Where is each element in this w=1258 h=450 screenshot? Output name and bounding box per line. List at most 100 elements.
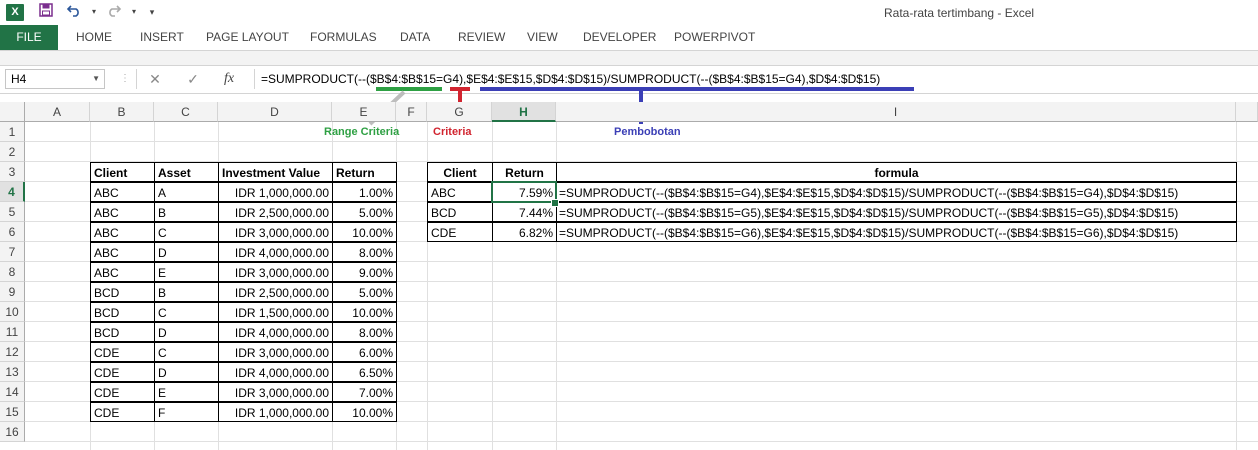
- column-header-a[interactable]: A: [25, 102, 90, 122]
- row-header-9[interactable]: 9: [0, 282, 25, 302]
- source-header-asset[interactable]: Asset: [154, 162, 219, 182]
- tab-file[interactable]: FILE: [0, 25, 58, 50]
- source-cell-return[interactable]: 6.00%: [332, 342, 397, 362]
- source-header-return[interactable]: Return: [332, 162, 397, 182]
- source-cell-investment[interactable]: IDR 2,500,000.00: [218, 282, 333, 302]
- source-cell-investment[interactable]: IDR 4,000,000.00: [218, 362, 333, 382]
- source-cell-investment[interactable]: IDR 4,000,000.00: [218, 242, 333, 262]
- tab-page-layout[interactable]: PAGE LAYOUT: [206, 25, 289, 50]
- tab-formulas[interactable]: FORMULAS: [310, 25, 377, 50]
- source-cell-client[interactable]: ABC: [90, 262, 155, 282]
- source-cell-asset[interactable]: D: [154, 242, 219, 262]
- source-cell-return[interactable]: 10.00%: [332, 402, 397, 422]
- row-header-7[interactable]: 7: [0, 242, 25, 262]
- row-header-2[interactable]: 2: [0, 142, 25, 162]
- row-header-10[interactable]: 10: [0, 302, 25, 322]
- row-header-6[interactable]: 6: [0, 222, 25, 242]
- source-cell-asset[interactable]: B: [154, 202, 219, 222]
- undo-icon[interactable]: [64, 2, 84, 22]
- source-cell-client[interactable]: CDE: [90, 402, 155, 422]
- row-header-1[interactable]: 1: [0, 122, 25, 142]
- source-cell-client[interactable]: CDE: [90, 362, 155, 382]
- source-cell-client[interactable]: CDE: [90, 342, 155, 362]
- save-icon[interactable]: [36, 2, 56, 22]
- column-header-i[interactable]: I: [556, 102, 1236, 122]
- tab-powerpivot[interactable]: POWERPIVOT: [674, 25, 755, 50]
- source-cell-investment[interactable]: IDR 2,500,000.00: [218, 202, 333, 222]
- tab-data[interactable]: DATA: [400, 25, 430, 50]
- column-header-j[interactable]: [1236, 102, 1258, 122]
- source-cell-client[interactable]: ABC: [90, 242, 155, 262]
- source-cell-return[interactable]: 6.50%: [332, 362, 397, 382]
- source-cell-client[interactable]: CDE: [90, 382, 155, 402]
- undo-dropdown-icon[interactable]: ▾: [84, 2, 104, 22]
- source-cell-asset[interactable]: A: [154, 182, 219, 202]
- row-header-13[interactable]: 13: [0, 362, 25, 382]
- source-cell-return[interactable]: 7.00%: [332, 382, 397, 402]
- select-all-corner[interactable]: [0, 102, 25, 122]
- column-header-e[interactable]: E: [332, 102, 396, 122]
- result-header-formula[interactable]: formula: [556, 162, 1237, 182]
- source-cell-client[interactable]: ABC: [90, 222, 155, 242]
- source-cell-asset[interactable]: D: [154, 362, 219, 382]
- source-cell-client[interactable]: BCD: [90, 302, 155, 322]
- source-cell-asset[interactable]: F: [154, 402, 219, 422]
- result-cell-return[interactable]: 7.44%: [492, 202, 557, 222]
- source-header-client[interactable]: Client: [90, 162, 155, 182]
- redo-icon[interactable]: [104, 2, 124, 22]
- source-cell-asset[interactable]: C: [154, 342, 219, 362]
- fill-handle[interactable]: [551, 199, 559, 207]
- result-cell-client[interactable]: BCD: [427, 202, 493, 222]
- row-header-8[interactable]: 8: [0, 262, 25, 282]
- source-cell-investment[interactable]: IDR 4,000,000.00: [218, 322, 333, 342]
- source-cell-return[interactable]: 8.00%: [332, 242, 397, 262]
- result-cell-client[interactable]: CDE: [427, 222, 493, 242]
- column-header-g[interactable]: G: [427, 102, 492, 122]
- source-cell-client[interactable]: ABC: [90, 182, 155, 202]
- result-header-return[interactable]: Return: [492, 162, 557, 182]
- source-cell-asset[interactable]: C: [154, 222, 219, 242]
- source-cell-investment[interactable]: IDR 1,000,000.00: [218, 182, 333, 202]
- source-cell-client[interactable]: BCD: [90, 282, 155, 302]
- row-header-4[interactable]: 4: [0, 182, 25, 202]
- tab-developer[interactable]: DEVELOPER: [583, 25, 656, 50]
- source-cell-asset[interactable]: E: [154, 382, 219, 402]
- source-cell-investment[interactable]: IDR 3,000,000.00: [218, 262, 333, 282]
- result-cell-client[interactable]: ABC: [427, 182, 493, 202]
- row-header-16[interactable]: 16: [0, 422, 25, 442]
- source-cell-return[interactable]: 1.00%: [332, 182, 397, 202]
- source-cell-return[interactable]: 9.00%: [332, 262, 397, 282]
- source-cell-asset[interactable]: B: [154, 282, 219, 302]
- source-cell-investment[interactable]: IDR 3,000,000.00: [218, 382, 333, 402]
- tab-insert[interactable]: INSERT: [140, 25, 184, 50]
- row-header-14[interactable]: 14: [0, 382, 25, 402]
- source-cell-return[interactable]: 8.00%: [332, 322, 397, 342]
- source-cell-asset[interactable]: E: [154, 262, 219, 282]
- row-header-15[interactable]: 15: [0, 402, 25, 422]
- source-cell-return[interactable]: 10.00%: [332, 222, 397, 242]
- column-header-d[interactable]: D: [218, 102, 332, 122]
- source-cell-return[interactable]: 5.00%: [332, 202, 397, 222]
- result-cell-formula[interactable]: =SUMPRODUCT(--($B$4:$B$15=G4),$E$4:$E$15…: [556, 182, 1237, 202]
- customize-icon[interactable]: ▾: [142, 2, 162, 22]
- row-header-12[interactable]: 12: [0, 342, 25, 362]
- source-cell-asset[interactable]: D: [154, 322, 219, 342]
- source-cell-client[interactable]: ABC: [90, 202, 155, 222]
- column-header-c[interactable]: C: [154, 102, 218, 122]
- source-cell-investment[interactable]: IDR 1,500,000.00: [218, 302, 333, 322]
- source-cell-investment[interactable]: IDR 3,000,000.00: [218, 222, 333, 242]
- tab-view[interactable]: VIEW: [527, 25, 558, 50]
- result-cell-formula[interactable]: =SUMPRODUCT(--($B$4:$B$15=G5),$E$4:$E$15…: [556, 202, 1237, 222]
- result-cell-return[interactable]: 6.82%: [492, 222, 557, 242]
- row-header-11[interactable]: 11: [0, 322, 25, 342]
- redo-dropdown-icon[interactable]: ▾: [124, 2, 144, 22]
- column-header-b[interactable]: B: [90, 102, 154, 122]
- column-header-h[interactable]: H: [492, 102, 556, 122]
- column-header-f[interactable]: F: [396, 102, 427, 122]
- row-header-5[interactable]: 5: [0, 202, 25, 222]
- row-header-3[interactable]: 3: [0, 162, 25, 182]
- source-cell-asset[interactable]: C: [154, 302, 219, 322]
- source-cell-client[interactable]: BCD: [90, 322, 155, 342]
- result-header-client[interactable]: Client: [427, 162, 493, 182]
- tab-review[interactable]: REVIEW: [458, 25, 505, 50]
